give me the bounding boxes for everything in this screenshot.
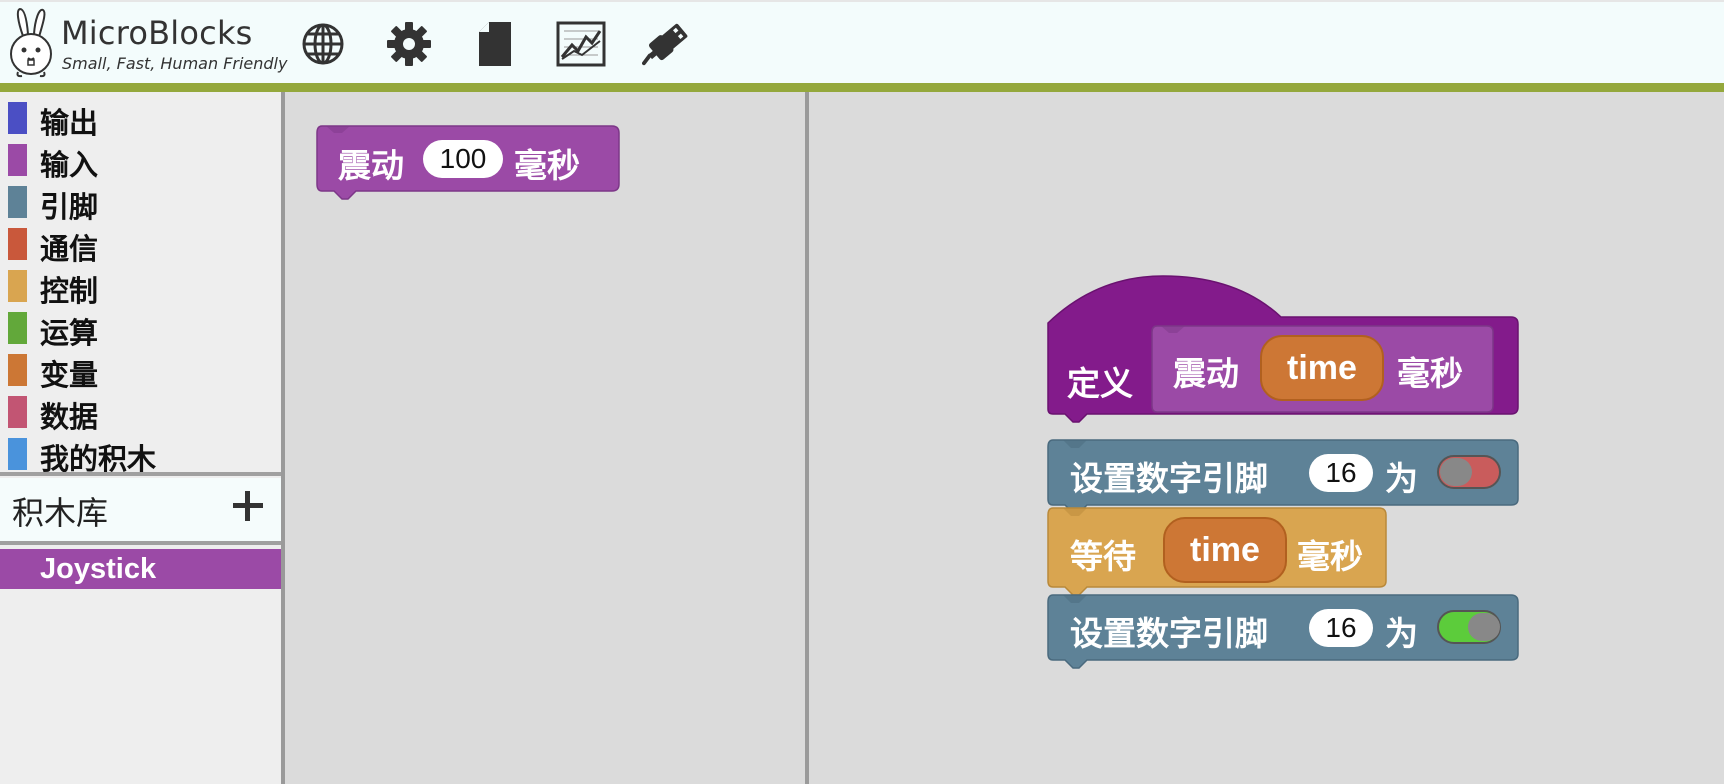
category-label: 通信 (40, 232, 99, 266)
category-output[interactable]: 输出 (0, 96, 281, 140)
category-swatch (8, 144, 27, 176)
gear-icon[interactable] (384, 18, 434, 70)
toggle-knob (1468, 613, 1500, 641)
topbar-stripe (0, 83, 1724, 92)
category-variables[interactable]: 变量 (0, 348, 281, 392)
category-comm[interactable]: 通信 (0, 222, 281, 266)
category-my-blocks[interactable]: 我的积木 (0, 432, 281, 476)
plus-icon (233, 491, 263, 521)
pin-number-input[interactable]: 16 (1309, 454, 1373, 492)
category-swatch (8, 102, 27, 134)
block-unit: 毫秒 (514, 146, 580, 185)
block-label: 等待 (1070, 537, 1136, 576)
category-swatch (8, 438, 27, 470)
globe-icon[interactable] (298, 18, 348, 70)
param-time[interactable]: time (1163, 517, 1287, 583)
pin-state-toggle-on[interactable] (1437, 610, 1501, 644)
pin-state-toggle-off[interactable] (1437, 455, 1501, 489)
category-swatch (8, 396, 27, 428)
category-label: 输出 (40, 106, 99, 140)
set-digital-pin-block[interactable]: 设置数字引脚 16 为 (1047, 594, 1519, 669)
category-label: 运算 (40, 316, 99, 350)
set-digital-pin-block[interactable]: 设置数字引脚 16 为 (1047, 439, 1519, 514)
duration-input[interactable]: 100 (423, 140, 503, 178)
block-to-label: 为 (1385, 614, 1418, 653)
prototype-block[interactable]: 震动 time 毫秒 (1151, 325, 1495, 413)
usb-plug-icon[interactable] (642, 18, 692, 70)
divider (0, 541, 281, 545)
category-data[interactable]: 数据 (0, 390, 281, 434)
category-control[interactable]: 控制 (0, 264, 281, 308)
block-label: 设置数字引脚 (1070, 459, 1268, 498)
category-swatch (8, 186, 27, 218)
divider (0, 472, 281, 476)
top-bar: MicroBlocks Small, Fast, Human Friendly (0, 0, 1724, 83)
microblocks-rabbit-logo (10, 7, 52, 78)
category-label: 输入 (40, 148, 99, 182)
category-label: 引脚 (40, 190, 99, 224)
category-palette: 输出 输入 引脚 通信 控制 运算 变量 数据 我的积木 (0, 92, 281, 784)
category-label: 控制 (40, 274, 99, 308)
library-item-joystick[interactable]: Joystick (0, 549, 281, 589)
block-label: 震动 (338, 146, 404, 185)
category-input[interactable]: 输入 (0, 138, 281, 182)
block-to-label: 为 (1385, 459, 1418, 498)
category-pins[interactable]: 引脚 (0, 180, 281, 224)
category-label: 变量 (40, 358, 99, 392)
block-unit: 毫秒 (1297, 537, 1363, 576)
wait-block[interactable]: 等待 time 毫秒 (1047, 507, 1387, 596)
toggle-knob (1440, 458, 1472, 486)
file-icon[interactable] (470, 18, 520, 70)
category-swatch (8, 270, 27, 302)
app-tagline: Small, Fast, Human Friendly (62, 54, 288, 73)
category-swatch (8, 228, 27, 260)
library-header: 积木库 (0, 478, 281, 541)
add-library-button[interactable] (226, 484, 270, 528)
scripting-area: 定义 震动 time 毫秒 设置数字引脚 16 为 等待 time 毫秒 设置数… (809, 92, 1724, 784)
category-swatch (8, 354, 27, 386)
block-unit: 毫秒 (1397, 354, 1463, 393)
block-label: 设置数字引脚 (1070, 614, 1268, 653)
block-label: 震动 (1173, 354, 1239, 393)
vibrate-block[interactable]: 震动 100 毫秒 (316, 125, 620, 200)
blocks-pane: 震动 100 毫秒 (285, 92, 805, 784)
param-time[interactable]: time (1260, 335, 1384, 401)
graph-icon[interactable] (556, 18, 606, 70)
category-swatch (8, 312, 27, 344)
define-hat-block[interactable]: 定义 震动 time 毫秒 (1047, 275, 1519, 455)
library-title: 积木库 (12, 494, 109, 532)
category-operators[interactable]: 运算 (0, 306, 281, 350)
app-title: MicroBlocks (61, 14, 253, 52)
define-label: 定义 (1067, 364, 1133, 403)
category-label: 数据 (40, 400, 99, 434)
pin-number-input[interactable]: 16 (1309, 609, 1373, 647)
library-item-label: Joystick (40, 553, 157, 585)
